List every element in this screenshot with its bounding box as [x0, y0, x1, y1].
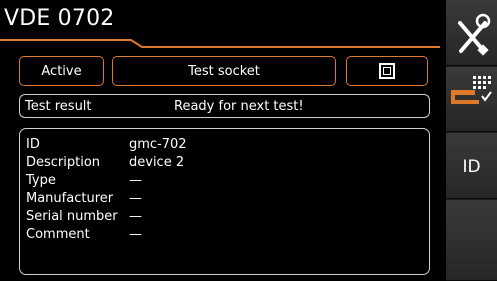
empty-softkey[interactable]: [446, 200, 497, 281]
info-row-type: Type —: [26, 173, 142, 189]
active-label: Active: [41, 63, 82, 79]
test-result-label: Test result: [25, 98, 92, 114]
info-value: —: [129, 227, 142, 242]
test-socket-button[interactable]: Test socket: [112, 56, 336, 86]
info-row-comment: Comment —: [26, 227, 142, 243]
data-transfer-softkey[interactable]: [446, 67, 497, 132]
test-result-bar: Test result Ready for next test!: [19, 94, 430, 118]
info-row-manufacturer: Manufacturer —: [26, 191, 142, 207]
info-value: —: [129, 173, 142, 188]
device-info-panel: ID gmc-702 Description device 2 Type — Manu…: [19, 128, 430, 275]
test-socket-label: Test socket: [188, 63, 260, 79]
info-value: gmc-702: [129, 137, 187, 152]
square-icon: [379, 63, 395, 79]
info-value: —: [129, 191, 142, 206]
tools-icon: [458, 13, 491, 56]
info-row-description: Description device 2: [26, 155, 184, 171]
id-softkey-label: ID: [462, 157, 481, 177]
info-key: Serial number: [26, 209, 118, 224]
tools-softkey[interactable]: [446, 0, 497, 66]
info-value: device 2: [129, 155, 185, 170]
info-row-id: ID gmc-702: [26, 137, 187, 153]
checklist-transfer-icon: [451, 76, 492, 104]
page-title: VDE 0702: [4, 6, 115, 31]
id-softkey[interactable]: ID: [446, 133, 497, 199]
active-button[interactable]: Active: [19, 56, 104, 86]
test-result-message: Ready for next test!: [174, 98, 304, 114]
info-key: Description: [26, 155, 101, 170]
display-mode-button[interactable]: [346, 56, 428, 86]
title-underline: [0, 39, 440, 48]
info-value: —: [129, 209, 142, 224]
info-key: ID: [26, 137, 40, 152]
info-key: Type: [26, 173, 56, 188]
info-key: Manufacturer: [26, 191, 114, 206]
info-key: Comment: [26, 227, 90, 242]
info-row-serial-number: Serial number —: [26, 209, 142, 225]
